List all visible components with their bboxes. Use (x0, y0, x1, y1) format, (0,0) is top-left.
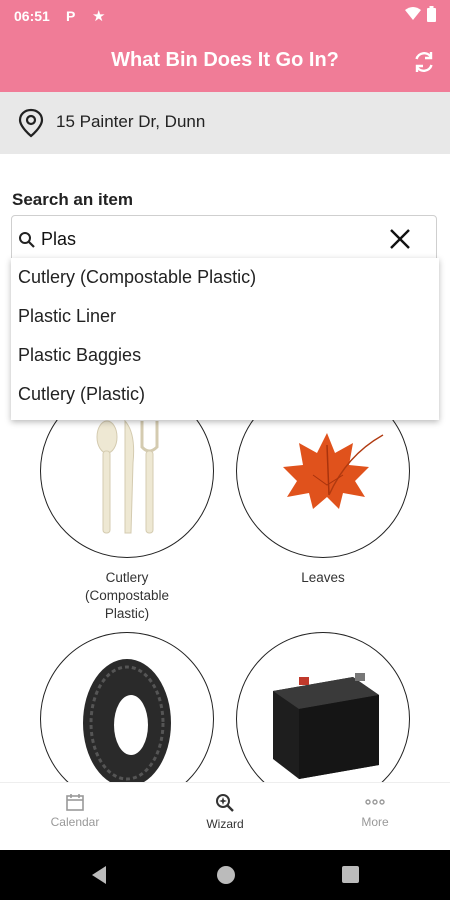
item-label-text: Cutlery (Compostable Plastic) (84, 570, 170, 621)
wizard-icon (216, 794, 234, 812)
item-tile-tire[interactable] (40, 632, 214, 806)
status-bar: 06:51 P ★ (0, 0, 450, 32)
bottom-nav: Calendar Wizard More (0, 782, 450, 850)
nav-label: More (361, 815, 389, 829)
address-text: 15 Painter Dr, Dunn (56, 112, 206, 131)
search-input[interactable] (41, 224, 371, 254)
nav-item-wizard[interactable]: Wizard (150, 793, 300, 831)
star-icon: ★ (92, 8, 106, 25)
suggestion-item[interactable]: Plastic Liner (18, 306, 116, 327)
suggestions-dropdown: Cutlery (Compostable Plastic) Plastic Li… (11, 258, 439, 420)
back-icon[interactable] (90, 865, 108, 885)
item-tile-battery[interactable] (236, 632, 410, 806)
search-icon (19, 232, 35, 248)
suggestion-item[interactable]: Cutlery (Compostable Plastic) (18, 267, 256, 288)
nav-label: Calendar (50, 815, 100, 829)
recents-icon[interactable] (342, 866, 359, 883)
close-icon[interactable] (388, 227, 412, 251)
status-indicators (405, 6, 436, 22)
app-bar: What Bin Does It Go In? (0, 32, 450, 92)
battery-icon (427, 6, 436, 22)
suggestion-item[interactable]: Cutlery (Plastic) (18, 384, 145, 405)
nav-item-more[interactable]: More (300, 793, 450, 829)
more-icon (365, 799, 385, 805)
address-bar[interactable]: 15 Painter Dr, Dunn (0, 92, 450, 154)
tire-image (83, 659, 171, 787)
nav-item-calendar[interactable]: Calendar (0, 793, 150, 829)
location-pin-icon (18, 108, 44, 138)
item-label: Leaves (236, 569, 410, 587)
car-battery-image (273, 673, 379, 779)
parking-icon: P (66, 8, 76, 24)
home-icon[interactable] (215, 864, 237, 886)
item-label: Cutlery (Compostable Plastic) (40, 569, 214, 623)
system-nav-bar (0, 849, 450, 900)
refresh-icon[interactable] (410, 48, 438, 76)
suggestion-item[interactable]: Plastic Baggies (18, 345, 141, 366)
item-label-text: Leaves (301, 570, 345, 585)
calendar-icon (66, 794, 84, 811)
search-box[interactable] (11, 215, 437, 263)
nav-label: Wizard (206, 817, 244, 831)
search-label: Search an item (12, 190, 133, 209)
page-title: What Bin Does It Go In? (111, 49, 339, 71)
wifi-icon (405, 7, 421, 20)
status-time: 06:51 (14, 8, 50, 24)
